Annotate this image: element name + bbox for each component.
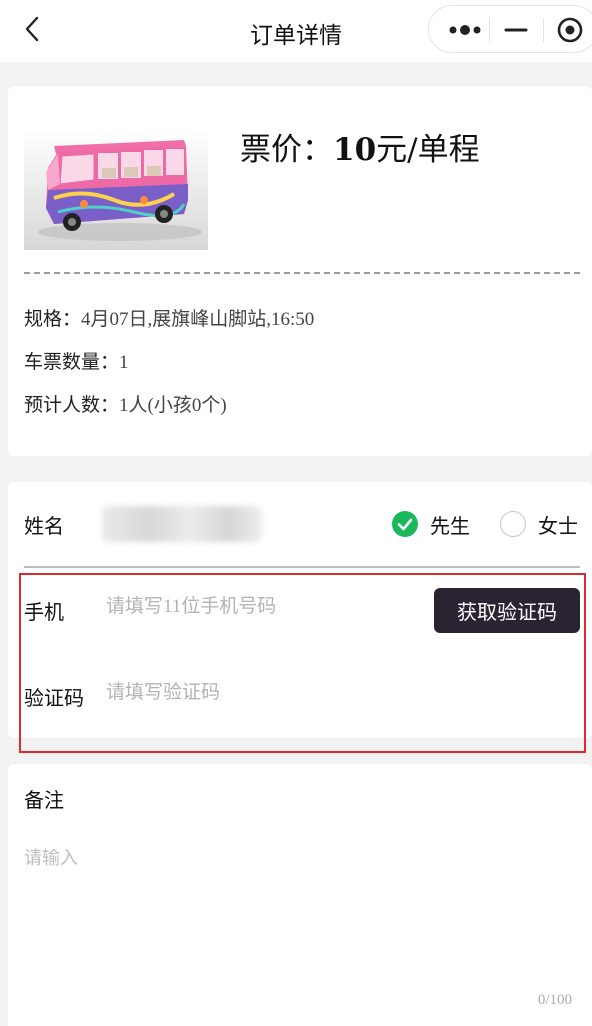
capsule-divider [543, 18, 544, 42]
spec-row: 规格：4月07日,展旗峰山脚站,16:50 [24, 304, 314, 331]
name-label: 姓名 [24, 514, 64, 538]
note-label: 备注 [24, 788, 64, 812]
order-summary-card: 票价：10元/单程 规格：4月07日,展旗峰山脚站,16:50 车票数量：1 预… [8, 86, 592, 456]
gender-label: 女士 [538, 513, 578, 538]
get-code-button[interactable]: 获取验证码 [434, 588, 580, 633]
gender-label: 先生 [430, 513, 470, 538]
ticket-price: 票价：10元/单程 [240, 124, 480, 169]
code-label: 验证码 [24, 686, 84, 710]
checked-radio-icon[interactable] [392, 511, 418, 537]
form-divider [24, 566, 580, 568]
verification-code-input[interactable] [106, 676, 406, 710]
gender-option-mr[interactable]: 先生 [392, 508, 470, 540]
target-circle-icon[interactable] [555, 15, 585, 45]
unchecked-radio-icon[interactable] [500, 511, 526, 537]
ticket-count-row: 车票数量：1 [24, 347, 129, 374]
people-count-value: 1人(小孩0个) [119, 395, 227, 416]
bus-image [24, 128, 208, 250]
price-unit: 元/单程 [376, 132, 480, 168]
nav-bar: 订单详情 [0, 0, 592, 62]
note-card: 备注 0/100 [8, 764, 592, 1026]
capsule-divider [489, 18, 490, 42]
price-prefix: 票价： [240, 132, 333, 168]
price-amount: 10 [333, 132, 377, 168]
note-textarea[interactable] [24, 844, 580, 984]
phone-input[interactable] [106, 590, 406, 624]
spec-value: 4月07日,展旗峰山脚站,16:50 [81, 309, 315, 330]
minimize-icon[interactable] [501, 15, 531, 45]
contact-form-card: 姓名 先生 女士 手机 获取验证码 验证码 [8, 482, 592, 738]
char-counter: 0/100 [537, 992, 572, 1008]
people-count-row: 预计人数：1人(小孩0个) [24, 390, 227, 417]
more-dots-icon[interactable] [443, 15, 487, 45]
mini-program-capsule [428, 5, 592, 53]
dashed-divider [24, 272, 580, 274]
people-count-label: 预计人数： [24, 395, 120, 416]
ticket-count-value: 1 [119, 352, 129, 373]
spec-label: 规格： [24, 309, 82, 330]
gender-option-ms[interactable]: 女士 [500, 508, 578, 540]
phone-label: 手机 [24, 600, 64, 624]
name-input-blurred[interactable] [102, 506, 262, 542]
chevron-left-icon[interactable] [18, 14, 48, 44]
ticket-count-label: 车票数量： [24, 352, 120, 373]
